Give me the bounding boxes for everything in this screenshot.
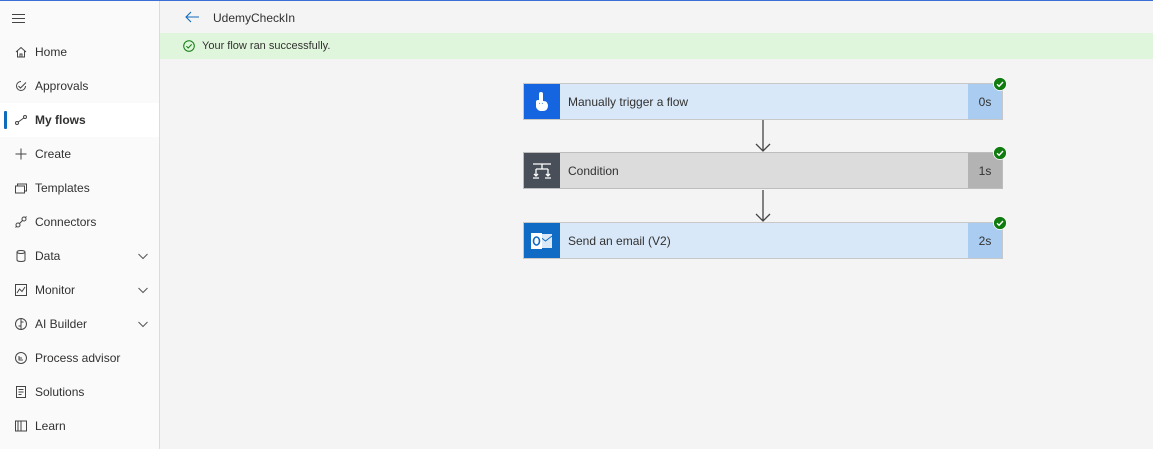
process-advisor-icon — [14, 351, 28, 365]
back-arrow-icon[interactable] — [184, 9, 200, 25]
flow-arrow-icon — [755, 120, 771, 152]
nav-item-home[interactable]: Home — [0, 35, 159, 69]
nav-label: Connectors — [35, 215, 97, 229]
nav-label: Data — [35, 249, 61, 263]
nav-item-data[interactable]: Data — [0, 239, 159, 273]
page-header: UdemyCheckIn — [160, 1, 1153, 33]
step-manual-trigger[interactable]: Manually trigger a flow 0s — [523, 77, 1007, 120]
nav-label: AI Builder — [35, 317, 88, 331]
book-icon — [14, 419, 28, 433]
step-label: Send an email (V2) — [568, 233, 671, 248]
nav-label: Create — [35, 147, 72, 161]
condition-icon — [524, 153, 560, 188]
solutions-icon — [14, 385, 28, 399]
step-send-email[interactable]: Send an email (V2) 2s — [523, 216, 1007, 259]
nav-item-connectors[interactable]: Connectors — [0, 205, 159, 239]
hamburger-menu-icon[interactable] — [12, 13, 28, 25]
flow-arrow-icon — [755, 190, 771, 222]
banner-message: Your flow ran successfully. — [202, 40, 331, 52]
nav-item-approvals[interactable]: Approvals — [0, 69, 159, 103]
flows-icon — [14, 113, 28, 127]
step-condition[interactable]: Condition 1s — [523, 146, 1007, 189]
plus-icon — [14, 147, 28, 161]
monitor-icon — [14, 283, 28, 297]
nav-label: Approvals — [35, 79, 89, 93]
chevron-down-icon[interactable] — [137, 284, 149, 296]
templates-icon — [14, 181, 28, 195]
nav-label: Monitor — [35, 283, 76, 297]
outlook-icon — [524, 223, 560, 258]
nav-label: Learn — [35, 419, 66, 433]
nav-item-process-advisor[interactable]: Process advisor — [0, 341, 159, 375]
nav-item-my-flows[interactable]: My flows — [0, 103, 159, 137]
success-check-icon — [993, 146, 1007, 160]
nav-label: Solutions — [35, 385, 85, 399]
success-banner: Your flow ran successfully. — [160, 33, 1153, 59]
home-icon — [14, 45, 28, 59]
nav-item-monitor[interactable]: Monitor — [0, 273, 159, 307]
nav-item-ai-builder[interactable]: AI Builder — [0, 307, 159, 341]
chevron-down-icon[interactable] — [137, 318, 149, 330]
approvals-icon — [14, 79, 28, 93]
step-label: Manually trigger a flow — [568, 94, 689, 109]
step-label: Condition — [568, 163, 619, 178]
nav-label: Process advisor — [35, 351, 121, 365]
success-check-icon — [993, 216, 1007, 230]
nav-label: Home — [35, 45, 68, 59]
left-navigation: Home Approvals My flows Create Templates — [0, 1, 160, 449]
nav-item-solutions[interactable]: Solutions — [0, 375, 159, 409]
nav-item-templates[interactable]: Templates — [0, 171, 159, 205]
page-title: UdemyCheckIn — [213, 11, 296, 25]
nav-item-create[interactable]: Create — [0, 137, 159, 171]
nav-label: Templates — [35, 181, 90, 195]
chevron-down-icon[interactable] — [137, 250, 149, 262]
success-check-icon — [993, 77, 1007, 91]
nav-item-learn[interactable]: Learn — [0, 409, 159, 443]
database-icon — [14, 249, 28, 263]
touch-icon — [524, 84, 560, 119]
nav-label: My flows — [35, 113, 86, 127]
check-circle-icon — [183, 40, 195, 52]
brain-icon — [14, 317, 28, 331]
nav-list: Home Approvals My flows Create Templates — [0, 35, 159, 443]
connectors-icon — [14, 215, 28, 229]
